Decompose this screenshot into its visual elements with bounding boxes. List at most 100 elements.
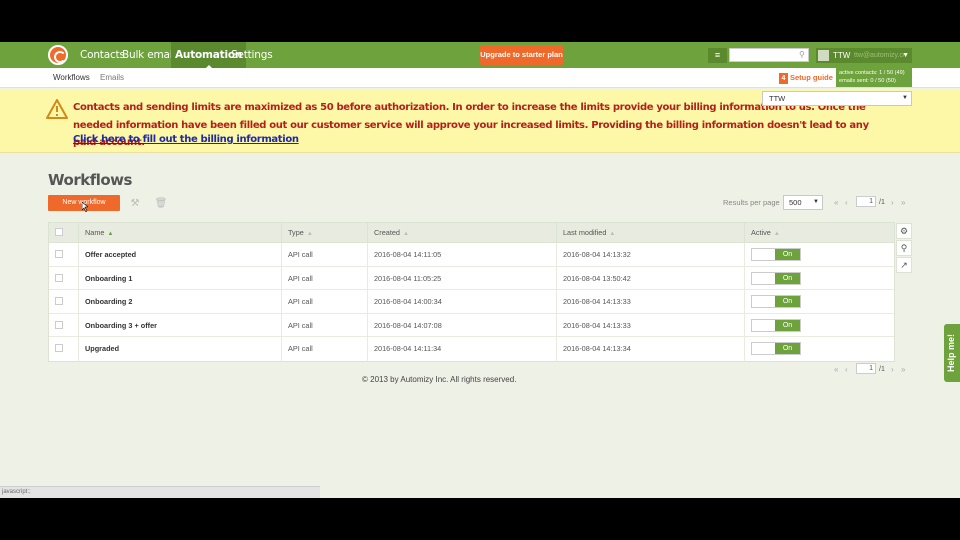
chevron-down-icon: ▼ — [902, 95, 908, 101]
results-per-page-value: 500 — [789, 198, 802, 207]
setup-guide-label: Setup guide — [790, 73, 833, 82]
subnav-emails[interactable]: Emails — [100, 68, 124, 88]
active-toggle[interactable]: On — [751, 295, 801, 308]
row-checkbox[interactable] — [55, 320, 63, 329]
active-contacts-limit: active contacts: 1 / 50 (49) — [839, 70, 905, 76]
workflow-modified: 2016-08-04 13:50:42 — [557, 266, 745, 290]
row-checkbox[interactable] — [55, 344, 63, 352]
row-select-cell — [49, 290, 79, 314]
select-all-checkbox[interactable] — [55, 228, 63, 236]
next-page-icon[interactable]: › — [891, 363, 894, 376]
results-per-page-select[interactable]: 500 ▼ — [783, 195, 823, 210]
table-row[interactable]: Offer accepted API call 2016-08-04 14:11… — [49, 243, 894, 267]
table-row[interactable]: Onboarding 1 API call 2016-08-04 11:05:2… — [49, 266, 896, 291]
sort-icon: ▲ — [306, 231, 313, 237]
nav-settings[interactable]: Settings — [227, 42, 276, 68]
column-created[interactable]: Created ▲ — [368, 223, 557, 243]
toggle-on-label: On — [775, 296, 800, 307]
workflow-type: API call — [282, 337, 368, 361]
edit-tools-icon[interactable]: ⚒ — [126, 197, 144, 211]
workflow-created: 2016-08-04 14:07:08 — [368, 313, 557, 337]
row-checkbox[interactable] — [55, 250, 63, 258]
top-navbar: Contacts Bulk emails Automation Settings… — [0, 42, 960, 69]
search-icon[interactable]: ⚲ — [799, 50, 805, 59]
page-number-input[interactable]: 1 — [856, 196, 876, 207]
workflow-created: 2016-08-04 14:11:05 — [368, 243, 557, 267]
emails-sent-limit: emails sent: 0 / 50 (50) — [839, 77, 896, 84]
avatar — [818, 50, 829, 61]
column-created-label: Created — [374, 228, 400, 237]
column-active[interactable]: Active ▲ — [745, 223, 896, 243]
user-name: TTW — [833, 51, 851, 60]
last-page-icon[interactable]: » — [901, 196, 905, 209]
workflow-modified: 2016-08-04 14:13:33 — [557, 313, 745, 337]
column-last-modified[interactable]: Last modified ▲ — [557, 223, 745, 243]
column-name-label: Name — [85, 228, 105, 237]
last-page-icon[interactable]: » — [901, 363, 905, 376]
workflow-active-cell: On — [745, 243, 896, 267]
results-per-page-label: Results per page — [723, 198, 780, 207]
workflow-created: 2016-08-04 14:00:34 — [368, 290, 557, 314]
active-toggle[interactable]: On — [751, 271, 801, 285]
workflow-active-cell: On — [745, 267, 896, 291]
search-icon[interactable]: ⚲ — [896, 240, 912, 256]
workflow-modified: 2016-08-04 14:13:34 — [557, 337, 745, 361]
row-select-cell — [49, 266, 79, 290]
user-menu[interactable]: TTW ttw@automizy.com ▼ — [816, 48, 912, 63]
active-toggle[interactable]: On — [751, 318, 801, 332]
page-total: /1 — [879, 366, 885, 373]
toggle-on-label: On — [775, 319, 800, 331]
page-title: Workflows — [48, 171, 132, 189]
workflow-modified: 2016-08-04 14:13:32 — [557, 243, 745, 267]
workflow-created: 2016-08-04 14:11:34 — [368, 337, 557, 361]
help-me-label: Help me! — [946, 333, 956, 372]
prev-page-icon[interactable]: ‹ — [845, 196, 848, 209]
select-all-cell — [49, 223, 79, 243]
user-email: ttw@automizy.com — [854, 52, 904, 59]
first-page-icon[interactable]: « — [834, 196, 838, 209]
row-select-cell — [49, 313, 79, 337]
workflows-table: Name ▲ Type ▲ Created ▲ Last modified ▲ Acti… — [48, 222, 895, 362]
limits-box: active contacts: 1 / 50 (49) emails sent… — [836, 68, 912, 87]
billing-info-link[interactable]: Click here to fill out the billing infor… — [73, 134, 299, 145]
search-input[interactable] — [729, 48, 809, 62]
upgrade-button[interactable]: Upgrade to starter plan — [480, 45, 563, 65]
table-row[interactable]: Onboarding 2 API call 2016-08-04 14:00:3… — [49, 290, 894, 314]
subnav-workflows[interactable]: Workflows — [53, 68, 90, 88]
workflow-name[interactable]: Upgraded — [79, 337, 282, 361]
account-select-value: TTW — [769, 94, 786, 103]
copyright-text: © 2013 by Automizy Inc. All rights reser… — [362, 375, 517, 384]
workflow-name[interactable]: Offer accepted — [79, 243, 282, 267]
sort-icon: ▲ — [773, 231, 780, 237]
table-side-tools: ⚙ ⚲ ↗ — [896, 223, 912, 274]
gear-icon[interactable]: ⚙ — [896, 223, 912, 239]
page-number-input[interactable]: 1 — [856, 363, 876, 374]
workflow-name[interactable]: Onboarding 3 + offer — [79, 313, 282, 337]
delete-icon[interactable]: 🗑 — [152, 197, 170, 211]
workflow-modified: 2016-08-04 14:13:33 — [557, 290, 745, 314]
table-row[interactable]: Onboarding 3 + offer API call 2016-08-04… — [49, 313, 894, 337]
first-page-icon[interactable]: « — [834, 363, 838, 376]
chevron-down-icon: ▼ — [902, 52, 909, 59]
column-type[interactable]: Type ▲ — [282, 223, 368, 243]
browser-status-bar: javascript:; — [0, 486, 320, 498]
workflow-name[interactable]: Onboarding 1 — [79, 266, 282, 290]
workflow-type: API call — [282, 266, 368, 290]
workflow-active-cell: On — [745, 290, 896, 314]
setup-guide-link[interactable]: 4 Setup guide — [779, 71, 833, 85]
export-icon[interactable]: ↗ — [896, 257, 912, 273]
column-name[interactable]: Name ▲ — [79, 223, 282, 243]
row-checkbox[interactable] — [55, 273, 63, 282]
account-select[interactable]: TTW ▼ — [762, 91, 912, 106]
prev-page-icon[interactable]: ‹ — [845, 363, 848, 376]
active-toggle[interactable]: On — [751, 342, 801, 355]
row-checkbox[interactable] — [55, 297, 63, 305]
active-toggle[interactable]: On — [751, 248, 801, 261]
automizy-logo-icon[interactable] — [48, 45, 68, 65]
workflow-name[interactable]: Onboarding 2 — [79, 290, 282, 314]
next-page-icon[interactable]: › — [891, 196, 894, 209]
list-menu-icon[interactable]: ≡ — [708, 48, 727, 63]
table-row[interactable]: Upgraded API call 2016-08-04 14:11:34 20… — [49, 337, 894, 361]
help-me-tab[interactable]: Help me! — [944, 324, 960, 382]
sub-navbar: Workflows Emails 4 Setup guide — [0, 68, 960, 88]
